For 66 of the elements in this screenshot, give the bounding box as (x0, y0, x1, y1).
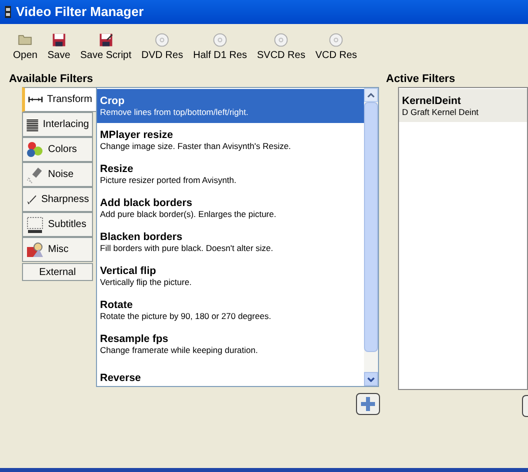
filter-name: Resize (100, 163, 134, 175)
scrollbar[interactable] (364, 88, 378, 386)
toolbar-button[interactable]: Open (8, 32, 42, 62)
toolbar-button[interactable]: DVD Res (136, 32, 188, 62)
tab[interactable]: External (22, 263, 93, 281)
window-title: Video Filter Manager (16, 3, 144, 22)
filter-name: Reverse (100, 372, 142, 384)
toolbar-button[interactable]: VCD Res (310, 32, 362, 62)
filter-item[interactable]: Reverse (97, 361, 364, 386)
plus-icon (360, 396, 376, 412)
filter-description: Rotate the picture by 90, 180 or 270 degrees. (100, 311, 272, 321)
filter-name: Rotate (100, 299, 134, 311)
filter-description: Fill borders with pure black. Doesn't alter size. (100, 243, 274, 253)
tab[interactable]: Transform (22, 87, 96, 112)
filter-name: Blacken borders (100, 231, 184, 243)
folder-icon (17, 32, 34, 48)
filter-description: Change framerate while keeping duration. (100, 345, 259, 355)
filter-description: Add pure black border(s). Enlarges the picture. (100, 209, 278, 219)
filter-name: Resample fps (100, 333, 170, 345)
filter-description: Vertically flip the picture. (100, 277, 193, 287)
tab[interactable]: Subtitles (22, 212, 93, 237)
filter-description: D Graft Kernel Deint (402, 106, 480, 116)
filter-item[interactable]: KernelDeint D Graft Kernel Deint (399, 89, 527, 122)
tab[interactable]: Noise (22, 162, 93, 187)
arrow-icon (28, 96, 43, 103)
chevron-up-icon (367, 92, 375, 98)
filter-item[interactable]: Blacken borders Fill borders with pure black. Doesn't alter size. (97, 225, 364, 259)
chevron-down-icon (367, 376, 375, 382)
disc-icon (154, 32, 170, 48)
toolbar-button[interactable]: Save (42, 32, 76, 62)
scroll-up-button[interactable] (364, 88, 378, 102)
toolbar-button[interactable]: Save Script (75, 32, 136, 62)
toolbar-button[interactable]: Half D1 Res (188, 32, 252, 62)
filter-item[interactable]: Crop Remove lines from top/bottom/left/right. (97, 89, 364, 123)
filter-item[interactable]: MPlayer resize Change image size. Faster than Avisynth's Resize. (97, 123, 364, 157)
filter-description: Remove lines from top/bottom/left/right. (100, 107, 250, 117)
add-button[interactable] (356, 393, 380, 415)
disc-icon (273, 32, 290, 48)
filter-item[interactable]: Resample fps Change framerate while keeping duration. (97, 327, 364, 361)
filter-name: Crop (100, 95, 126, 107)
filter-name: KernelDeint (402, 94, 462, 106)
filter-name: Add black borders (100, 197, 194, 209)
toolbar-button[interactable]: SVCD Res (252, 32, 310, 62)
scroll-down-button[interactable] (364, 372, 378, 386)
section-heading: Available Filters (9, 72, 94, 86)
filter-description: Picture resizer ported from Avisynth. (100, 175, 238, 185)
tab[interactable]: Interlacing (22, 112, 93, 137)
filter-item[interactable]: Rotate Rotate the picture by 90, 180 or 270 degrees. (97, 293, 364, 327)
scroll-thumb[interactable] (364, 102, 378, 352)
subtitle-frame-icon (26, 216, 44, 234)
section-heading: Active Filters (386, 72, 456, 86)
tab[interactable]: Misc (22, 237, 93, 262)
film-icon (4, 5, 12, 19)
filter-description: Change image size. Faster than Avisynth's Resize. (100, 141, 292, 151)
filter-name: MPlayer resize (100, 129, 174, 141)
filter-item[interactable]: Vertical flip Vertically flip the picture. (97, 259, 364, 293)
disc-icon (212, 32, 228, 48)
filter-item[interactable]: Add black borders Add pure black border(s). Enlarges the picture. (97, 191, 364, 225)
filter-name: Vertical flip (100, 265, 158, 277)
tab[interactable]: Sharpness (22, 187, 93, 212)
filter-item[interactable]: Resize Picture resizer ported from Avisynth. (97, 157, 364, 191)
tab[interactable]: Colors (22, 137, 93, 162)
disc-icon (328, 32, 344, 48)
shapes-icon (26, 240, 44, 258)
spray-can-icon (26, 166, 44, 184)
color-balls-icon (26, 140, 44, 158)
